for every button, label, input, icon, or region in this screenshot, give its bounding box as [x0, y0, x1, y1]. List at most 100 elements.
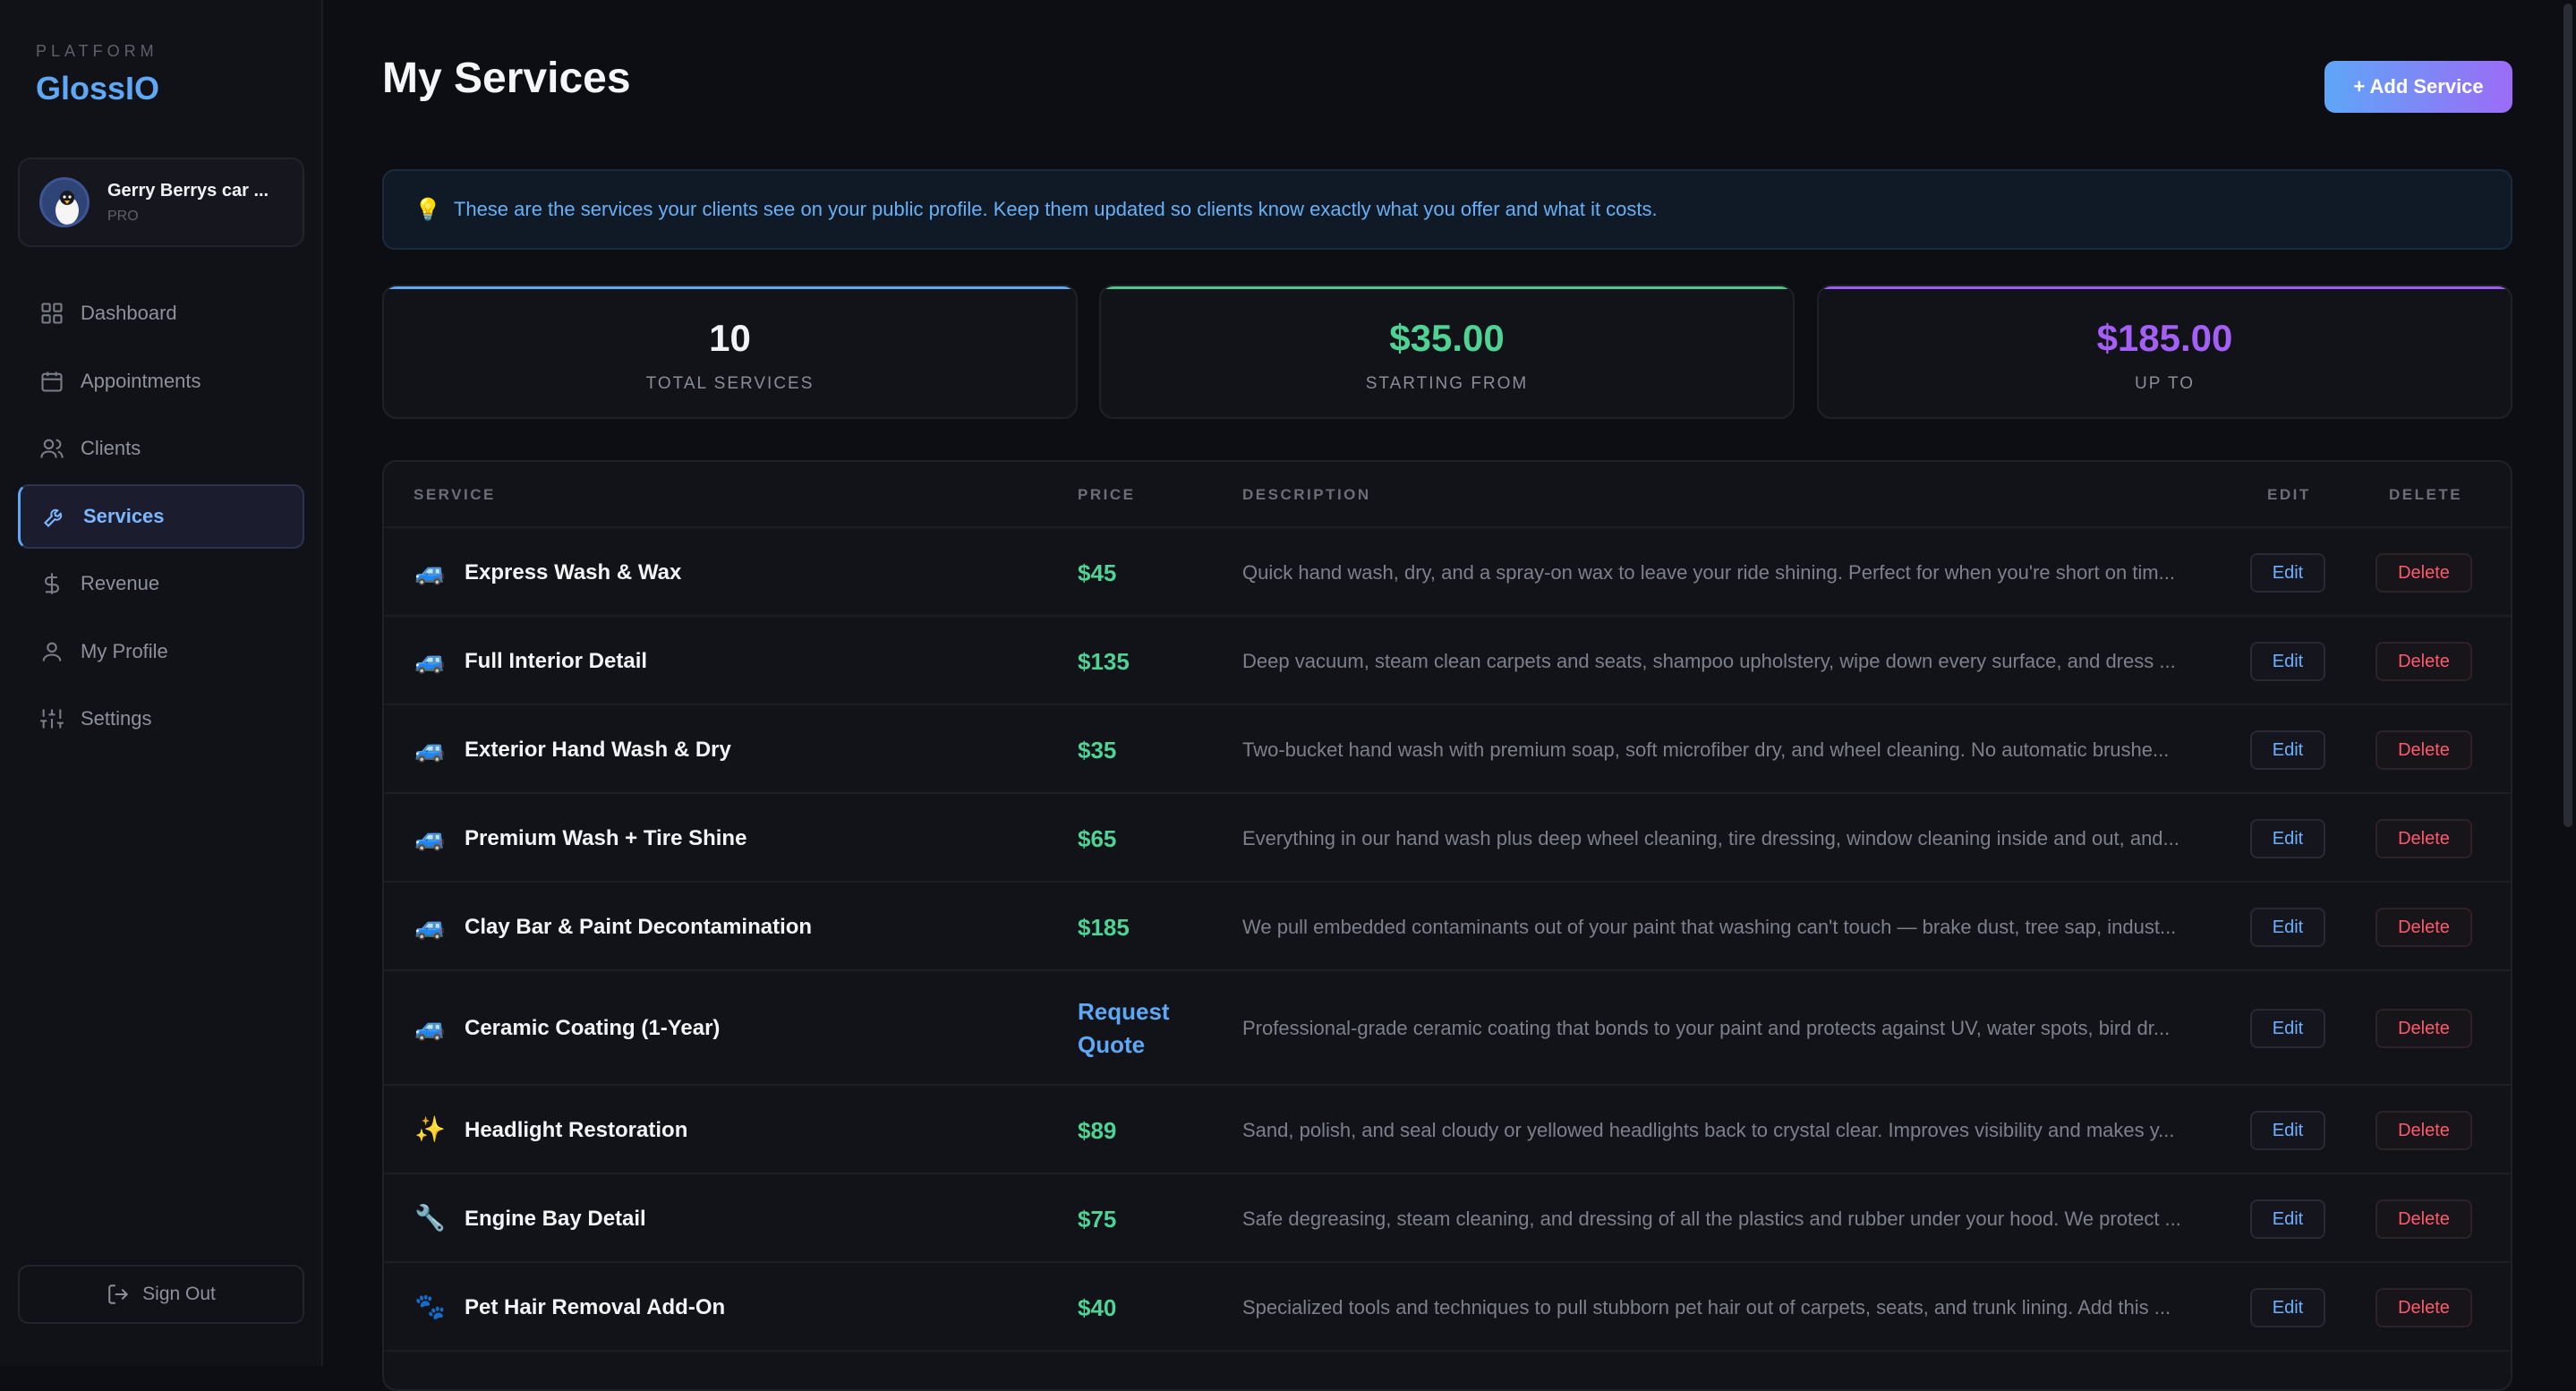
stat-value: 10	[709, 317, 751, 359]
table-row: 🚙 Clay Bar & Paint Decontamination $185 We …	[384, 883, 2511, 971]
info-banner: 💡 These are the services your clients se…	[382, 169, 2512, 250]
sidebar-item-services[interactable]: Services	[18, 483, 304, 549]
service-description: Two-bucket hand wash with premium soap, …	[1242, 738, 2170, 761]
service-description: Safe degreasing, steam cleaning, and dre…	[1242, 1208, 2181, 1230]
service-name: Clay Bar & Paint Decontamination	[465, 915, 813, 939]
edit-button[interactable]: Edit	[2250, 1288, 2325, 1327]
sidebar-item-appointments[interactable]: Appointments	[18, 349, 304, 414]
service-name: Express Wash & Wax	[465, 560, 682, 585]
sidebar-item-label: Revenue	[81, 572, 160, 594]
wrench-icon	[44, 508, 63, 527]
edit-button[interactable]: Edit	[2250, 819, 2325, 858]
table-row: 🔧 Engine Bay Detail $75 Safe degreasing, st…	[384, 1174, 2511, 1263]
delete-button[interactable]: Delete	[2376, 1111, 2472, 1150]
delete-button[interactable]: Delete	[2376, 1199, 2472, 1239]
services-table: SERVICE PRICE DESCRIPTION EDIT DELETE 🚙 E…	[382, 460, 2512, 1391]
delete-button[interactable]: Delete	[2376, 819, 2472, 858]
service-description: Sand, polish, and seal cloudy or yellowe…	[1242, 1119, 2175, 1141]
service-icon: 🐾	[414, 1293, 446, 1320]
service-description: We pull embedded contaminants out of you…	[1242, 916, 2177, 938]
service-icon: 🔧	[414, 1204, 446, 1232]
info-banner-text: These are the services your clients see …	[453, 198, 1658, 220]
edit-button[interactable]: Edit	[2250, 642, 2325, 681]
profile-tier-badge: PRO	[107, 209, 139, 224]
dollar-icon	[44, 573, 60, 594]
column-header-price[interactable]: PRICE	[1078, 486, 1135, 504]
service-price: $185	[1078, 914, 1130, 941]
delete-button[interactable]: Delete	[2376, 908, 2472, 947]
service-name: Ceramic Coating (1-Year)	[465, 1016, 721, 1040]
service-name: Full Interior Detail	[465, 649, 648, 673]
sign-out-label: Sign Out	[142, 1284, 216, 1304]
service-name: Premium Wash + Tire Shine	[465, 826, 747, 850]
service-price: $75	[1078, 1206, 1117, 1233]
page-title: My Services	[382, 55, 631, 102]
stat-value: $185.00	[2096, 317, 2233, 359]
table-row: 🚙 Exterior Hand Wash & Dry $35 Two-bucket h…	[384, 705, 2511, 794]
edit-button[interactable]: Edit	[2250, 553, 2325, 593]
user-icon	[42, 642, 62, 661]
sidebar-item-label: Appointments	[81, 369, 201, 392]
delete-button[interactable]: Delete	[2376, 730, 2472, 770]
column-header-edit: EDIT	[2267, 486, 2311, 503]
grid-icon	[41, 303, 63, 324]
sidebar-item-label: My Profile	[81, 639, 168, 662]
calendar-icon	[41, 371, 63, 392]
sidebar-item-clients[interactable]: Clients	[18, 416, 304, 481]
sidebar-nav: Dashboard Appointments Clients Services …	[18, 281, 304, 755]
profile-card[interactable]: Gerry Berrys car ... PRO	[18, 158, 304, 247]
service-description: Professional-grade ceramic coating that …	[1242, 1017, 2171, 1039]
page-scrollbar[interactable]	[2563, 4, 2572, 827]
sidebar-item-dashboard[interactable]: Dashboard	[18, 281, 304, 346]
sliders-icon	[40, 709, 64, 729]
sidebar-item-settings[interactable]: Settings	[18, 687, 304, 751]
delete-button[interactable]: Delete	[2376, 1009, 2472, 1048]
service-name: Engine Bay Detail	[465, 1207, 646, 1231]
column-header-service[interactable]: SERVICE	[414, 486, 496, 504]
service-name: Exterior Hand Wash & Dry	[465, 738, 731, 762]
table-row: 🚙 Premium Wash + Tire Shine $65 Everything …	[384, 794, 2511, 883]
service-description: Deep vacuum, steam clean carpets and sea…	[1242, 650, 2176, 672]
sidebar-item-my-profile[interactable]: My Profile	[18, 619, 304, 684]
delete-button[interactable]: Delete	[2376, 642, 2472, 681]
brand-logo[interactable]: GlossIO	[36, 70, 159, 107]
logout-icon	[108, 1284, 129, 1304]
table-row: 🚙 Express Wash & Wax $45 Quick hand wash, d…	[384, 528, 2511, 617]
sidebar-item-label: Services	[83, 504, 165, 527]
service-icon: 🚙	[414, 735, 446, 763]
service-price: Request Quote	[1078, 998, 1170, 1058]
stat-total-services: 10 TOTAL SERVICES	[382, 285, 1078, 419]
sidebar-item-label: Dashboard	[81, 302, 177, 324]
service-icon: ✨	[414, 1115, 446, 1143]
lightbulb-icon: 💡	[414, 197, 441, 222]
service-description: Specialized tools and techniques to pull…	[1242, 1296, 2171, 1318]
sidebar-item-label: Settings	[81, 707, 152, 730]
stats-row: 10 TOTAL SERVICES $35.00 STARTING FROM $…	[382, 285, 2512, 419]
edit-button[interactable]: Edit	[2250, 730, 2325, 770]
sidebar-item-label: Clients	[81, 437, 141, 459]
service-description: Quick hand wash, dry, and a spray-on wax…	[1242, 561, 2175, 584]
stat-label: UP TO	[2134, 374, 2196, 393]
edit-button[interactable]: Edit	[2250, 1199, 2325, 1239]
service-price: $35	[1078, 737, 1117, 764]
edit-button[interactable]: Edit	[2250, 1111, 2325, 1150]
edit-button[interactable]: Edit	[2250, 1009, 2325, 1048]
stat-label: TOTAL SERVICES	[645, 374, 815, 393]
column-header-description: DESCRIPTION	[1242, 486, 1371, 503]
stat-starting-from: $35.00 STARTING FROM	[1099, 285, 1795, 419]
delete-button[interactable]: Delete	[2376, 1288, 2472, 1327]
service-icon: 🚙	[414, 558, 446, 585]
stat-label: STARTING FROM	[1365, 374, 1529, 393]
add-service-button[interactable]: + Add Service	[2324, 61, 2512, 113]
column-header-delete: DELETE	[2389, 486, 2463, 503]
table-row: 🚙 Full Interior Detail $135 Deep vacuum, st…	[384, 617, 2511, 705]
service-price: $89	[1078, 1117, 1117, 1144]
sidebar-item-revenue[interactable]: Revenue	[18, 551, 304, 616]
edit-button[interactable]: Edit	[2250, 908, 2325, 947]
sign-out-button[interactable]: Sign Out	[18, 1265, 304, 1324]
table-row: ✨ Headlight Restoration $89 Sand, polish, a…	[384, 1086, 2511, 1174]
service-icon: 🚙	[414, 646, 446, 674]
service-name: Pet Hair Removal Add-On	[465, 1295, 726, 1319]
delete-button[interactable]: Delete	[2376, 553, 2472, 593]
avatar	[39, 177, 90, 227]
